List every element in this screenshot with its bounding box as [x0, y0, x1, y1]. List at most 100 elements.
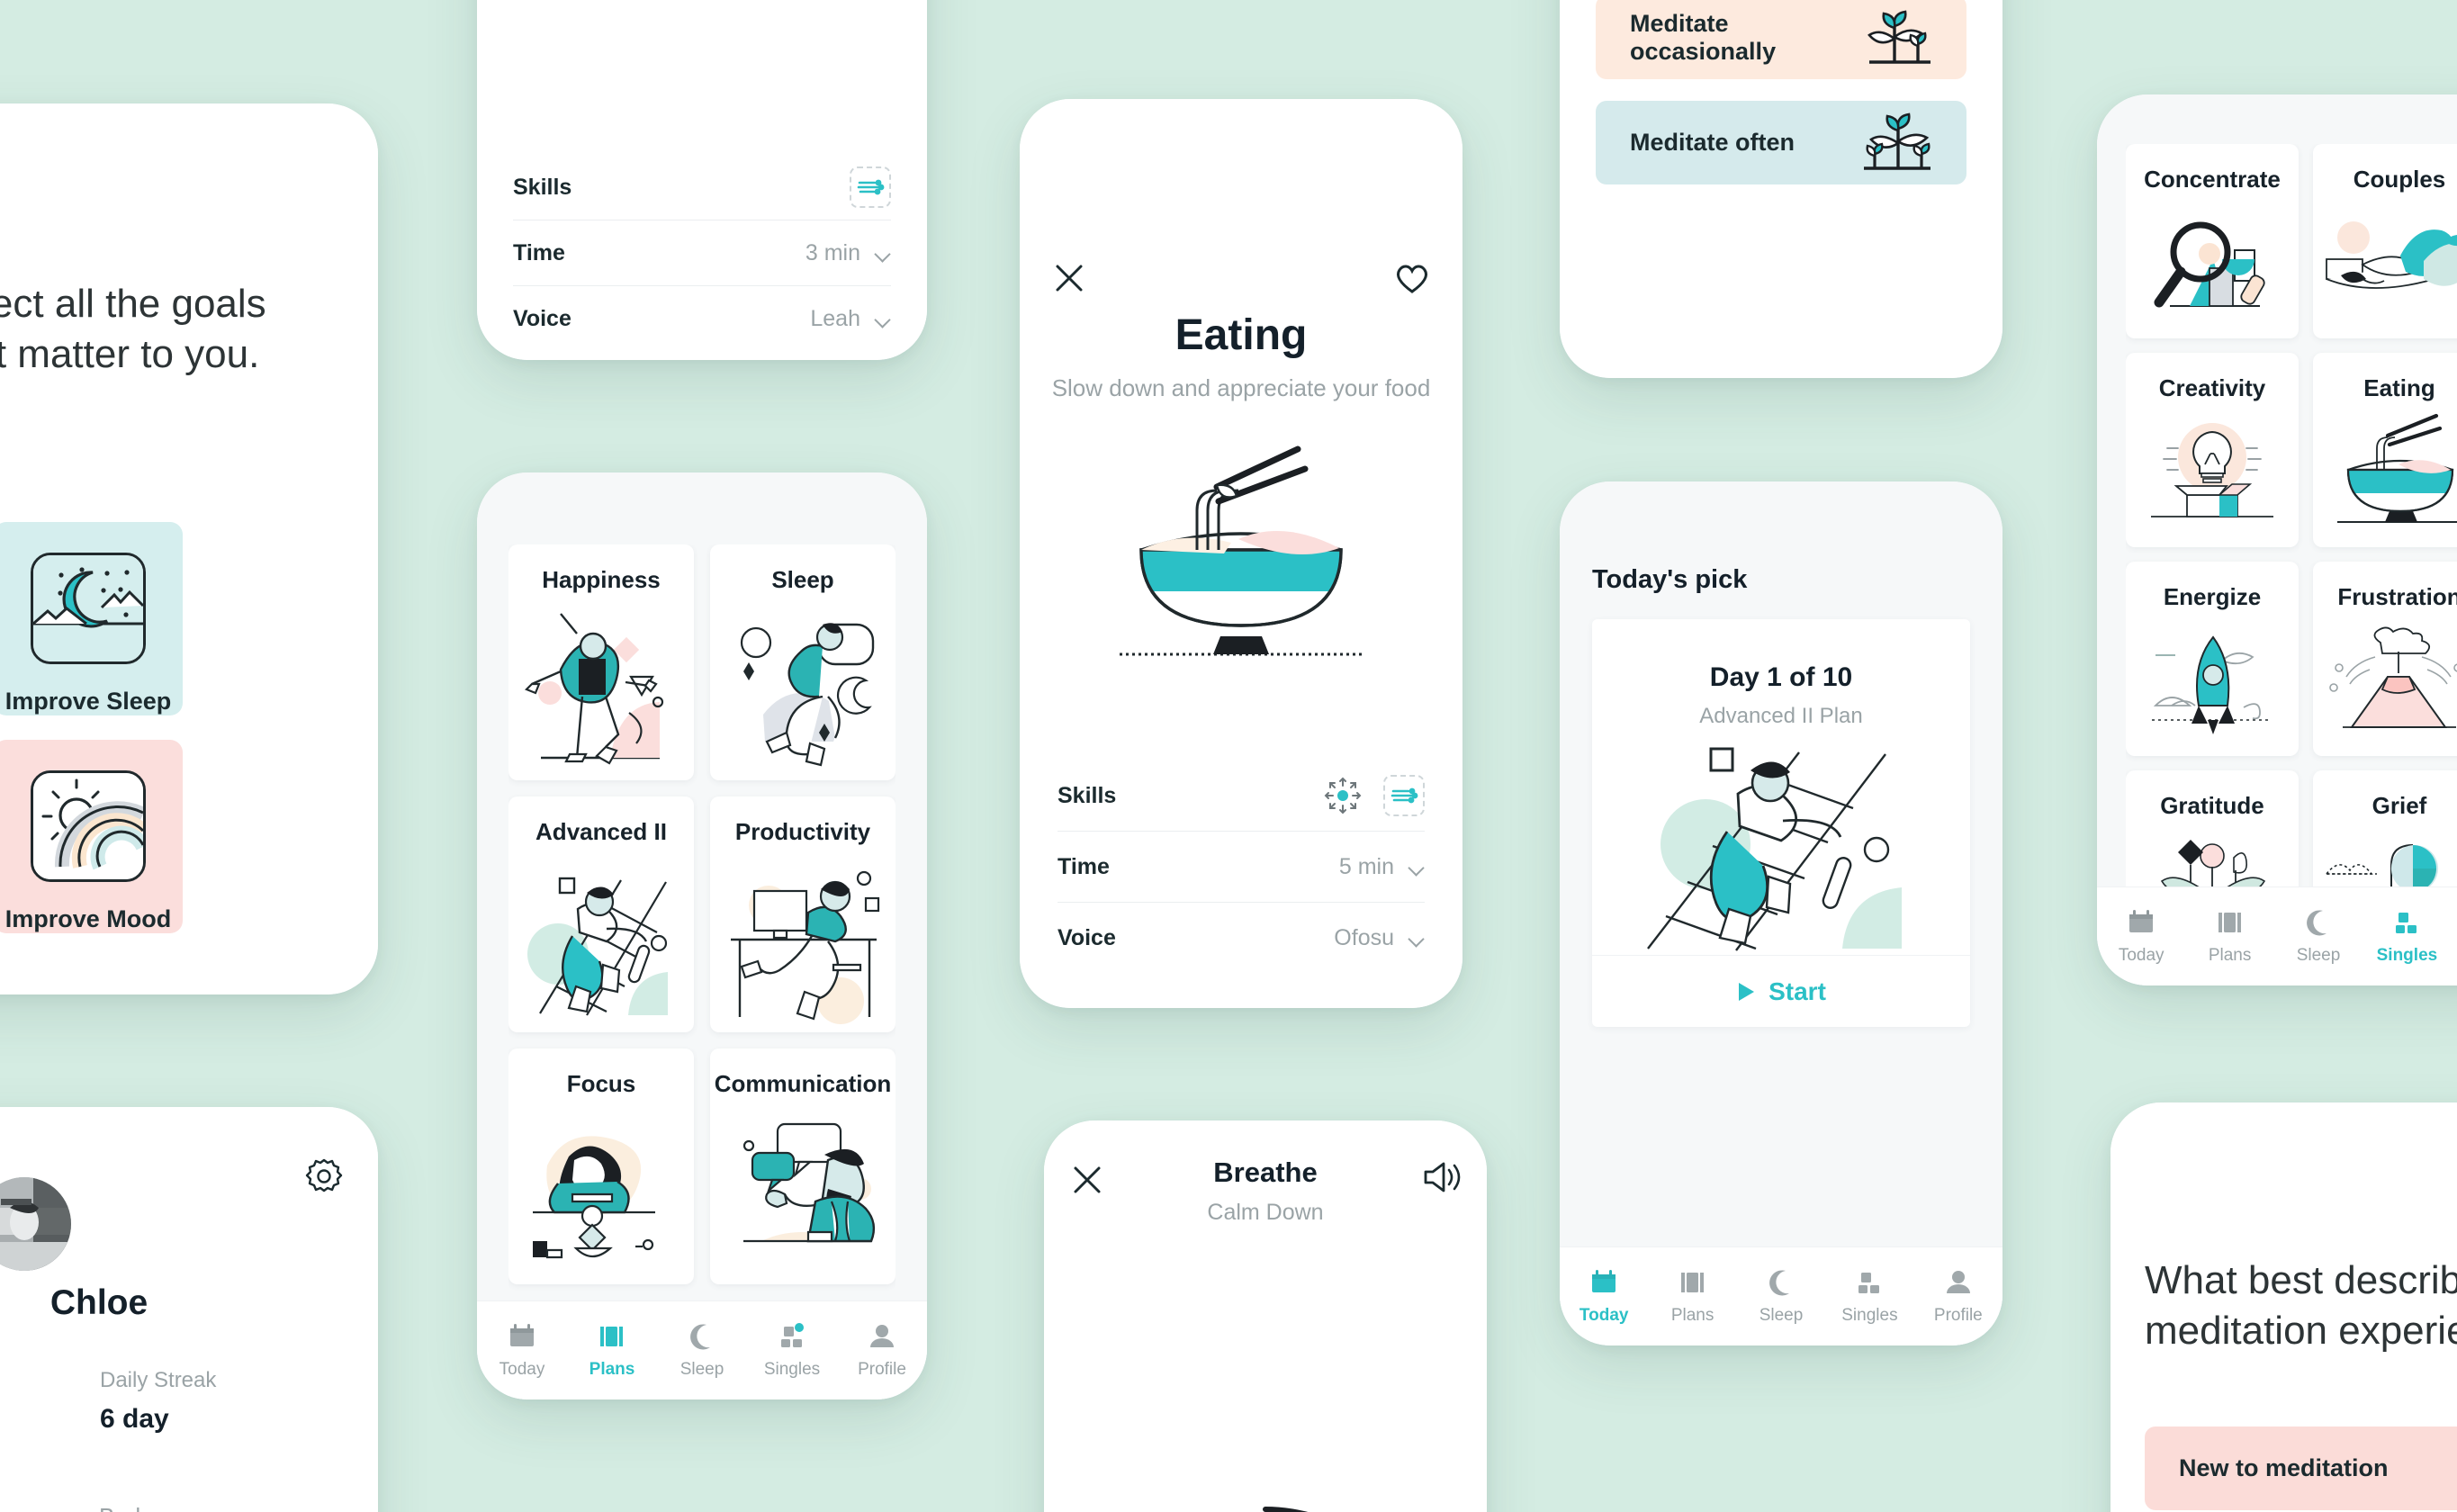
setting-row-voice[interactable]: Voice Leah — [513, 286, 891, 351]
setting-label: Time — [1058, 853, 1110, 879]
nav-item-sleep[interactable]: Sleep — [2274, 907, 2362, 966]
nav-item-profile[interactable]: Profile — [837, 1321, 927, 1380]
noodle-bowl-art — [1020, 446, 1462, 662]
tab-badges[interactable]: Badges — [99, 1503, 378, 1512]
nav-item-label: Singles — [2376, 946, 2438, 965]
speaker-icon[interactable] — [1422, 1160, 1461, 1194]
plan-card[interactable]: Focus — [508, 1048, 694, 1284]
goal-tile-label: Improve Mood — [4, 905, 172, 932]
avatar[interactable] — [0, 1177, 71, 1271]
today-screen: Today's pick Day 1 of 10 Advanced II Pla… — [1560, 482, 2002, 1346]
nav-item-singles[interactable]: Singles — [1825, 1267, 1913, 1326]
stat-label: Time trained — [0, 1368, 100, 1393]
setting-label: Skills — [1058, 782, 1117, 808]
plan-card[interactable]: Sleep — [710, 544, 896, 780]
vase-art — [2126, 820, 2299, 886]
single-card[interactable]: Eating — [2313, 353, 2457, 547]
nav-item-today[interactable]: Today — [477, 1321, 567, 1380]
option-meditate-often[interactable]: Meditate often — [1596, 101, 1966, 184]
todays-pick-card[interactable]: Day 1 of 10 Advanced II Plan Start — [1592, 619, 1970, 1027]
single-card[interactable]: Grief — [2313, 770, 2457, 886]
setting-row-skills[interactable]: Skills — [1058, 760, 1425, 831]
stat-daily-streak: Daily Streak 6 day — [100, 1368, 378, 1435]
option-meditate-occasionally[interactable]: Meditate occasionally — [1596, 0, 1966, 79]
nav-item-sleep[interactable]: Sleep — [1737, 1267, 1825, 1326]
plan-card[interactable]: Productivity — [710, 796, 896, 1032]
nav-item-singles[interactable]: Singles — [747, 1321, 837, 1380]
nav-item-label: Sleep — [680, 1360, 724, 1379]
option-new-to-meditation[interactable]: New to meditation — [2145, 1426, 2457, 1510]
plan-card[interactable]: Happiness — [508, 544, 694, 780]
nav-item-sleep[interactable]: Sleep — [657, 1321, 747, 1380]
setting-row-time[interactable]: Time 3 min — [513, 220, 891, 285]
eating-title: Eating — [1174, 311, 1308, 359]
rocket-art — [2126, 611, 2299, 756]
chevron-down-icon — [1408, 933, 1425, 943]
today-section-title: Today's pick — [1592, 565, 1748, 594]
plan-card[interactable]: Advanced II — [508, 796, 694, 1032]
single-card[interactable]: Frustration — [2313, 562, 2457, 756]
nav-item-label: Today — [2118, 946, 2164, 965]
birds-art — [2313, 194, 2457, 338]
session-setup-phone: Skills Time 3 min Voice Leah — [477, 0, 927, 360]
single-card[interactable]: Energize — [2126, 562, 2299, 756]
experience-heading-line1: What best describes your — [2145, 1258, 2457, 1302]
plan-card-title: Productivity — [734, 818, 871, 845]
focus-art — [508, 1098, 694, 1284]
breath-skill-icon[interactable] — [850, 166, 891, 208]
breathe-screen: Breathe Calm Down — [1044, 1120, 1487, 1512]
breathe-subtitle: Calm Down — [1207, 1200, 1324, 1225]
plans-screen: Happiness Sleep Advanced II Productivity… — [477, 472, 927, 1400]
singles-phone: Concentrate Couples Creativity Eating En… — [2097, 94, 2457, 986]
chevron-down-icon — [875, 248, 891, 258]
profile-name: Chloe — [50, 1283, 148, 1322]
breath-skill-icon[interactable] — [1383, 775, 1425, 816]
nav-item-plans[interactable]: Plans — [2185, 907, 2273, 966]
single-card[interactable]: Creativity — [2126, 353, 2299, 547]
plans-bottom-nav: Today Plans Sleep Singles Profile — [477, 1300, 927, 1400]
start-label[interactable]: Start — [1768, 977, 1826, 1006]
sleep-art — [710, 594, 896, 780]
nav-item-today[interactable]: Today — [1560, 1267, 1648, 1326]
speech-art — [710, 1098, 896, 1284]
setting-label: Skills — [513, 174, 572, 200]
setting-row-voice[interactable]: Voice Ofosu — [1058, 903, 1425, 973]
single-card[interactable]: Gratitude — [2126, 770, 2299, 886]
today-phone: Today's pick Day 1 of 10 Advanced II Pla… — [1560, 482, 2002, 1346]
play-icon — [1736, 981, 1756, 1003]
single-card-title: Creativity — [2158, 374, 2266, 401]
nav-item-label: Singles — [1841, 1306, 1898, 1325]
nav-item-singles[interactable]: Singles — [2362, 907, 2451, 966]
single-card-title: Grief — [2372, 792, 2427, 819]
setting-value: 3 min — [805, 239, 860, 266]
experience-bottom-screen: What best describes your meditation expe… — [2110, 1102, 2457, 1512]
tab-skills[interactable]: Skills — [0, 1503, 99, 1512]
goal-tile-improve-sleep[interactable]: Improve Sleep — [0, 522, 183, 716]
nav-item-profile[interactable]: Profile — [1914, 1267, 2002, 1326]
focus-skill-icon[interactable] — [1322, 775, 1364, 816]
plan-card-title: Happiness — [542, 566, 661, 593]
goal-tile-improve-mood[interactable]: Improve Mood — [0, 740, 183, 933]
setting-value: 5 min — [1338, 853, 1394, 879]
single-card-title: Concentrate — [2144, 166, 2281, 193]
plan-card[interactable]: Communication — [710, 1048, 896, 1284]
setting-label: Voice — [513, 305, 572, 331]
breath-progress-ring — [1044, 1497, 1487, 1512]
setting-label: Voice — [1058, 924, 1116, 950]
setting-row-time[interactable]: Time 5 min — [1058, 832, 1425, 902]
ladder-art — [508, 846, 694, 1032]
magnifier-art — [2126, 194, 2299, 338]
experience-bottom-phone: What best describes your meditation expe… — [2110, 1102, 2457, 1512]
person-icon — [1943, 1267, 1974, 1298]
nav-item-today[interactable]: Today — [2097, 907, 2185, 966]
heart-icon[interactable] — [1394, 261, 1430, 295]
nav-item-label: Plans — [1670, 1306, 1714, 1325]
setting-row-skills[interactable]: Skills — [513, 155, 891, 220]
screenshot-canvas: Select all the goals that matter to you.… — [0, 0, 2457, 1512]
nav-item-plans[interactable]: Plans — [567, 1321, 657, 1380]
nav-item-plans[interactable]: Plans — [1648, 1267, 1736, 1326]
gear-icon[interactable] — [304, 1156, 344, 1196]
single-card[interactable]: Couples — [2313, 144, 2457, 338]
single-card[interactable]: Concentrate — [2126, 144, 2299, 338]
close-icon[interactable] — [1052, 261, 1086, 295]
